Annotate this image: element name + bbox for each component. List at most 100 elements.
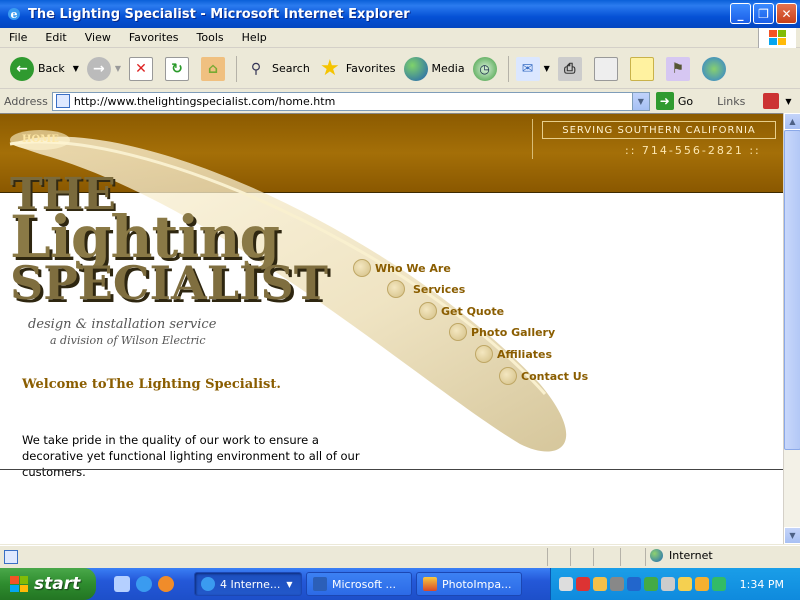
chevron-down-icon[interactable]: ▼: [115, 64, 121, 73]
chevron-down-icon[interactable]: ▼: [785, 97, 791, 106]
nav-label: Get Quote: [441, 304, 505, 318]
show-desktop-icon[interactable]: [114, 576, 130, 592]
note-icon: [629, 56, 654, 81]
back-button[interactable]: ← Back ▼: [6, 52, 83, 86]
word-icon: [313, 577, 327, 591]
nav-services[interactable]: Services: [387, 280, 465, 298]
task-internet-explorer[interactable]: 4 Interne... ▼: [194, 572, 302, 596]
refresh-button[interactable]: ↻: [161, 52, 197, 86]
scroll-up-icon[interactable]: ▲: [784, 113, 800, 130]
window-title: The Lighting Specialist - Microsoft Inte…: [28, 6, 410, 22]
history-button[interactable]: ◷: [469, 52, 505, 86]
ie-icon: [201, 577, 215, 591]
links-button[interactable]: Links: [717, 95, 745, 108]
logo-tagline: design & installation service: [28, 317, 217, 332]
tray-icon[interactable]: [576, 577, 590, 591]
menu-help[interactable]: Help: [233, 31, 276, 44]
tray-icon[interactable]: [661, 577, 675, 591]
nav-contact-us[interactable]: Contact Us: [499, 367, 588, 385]
home-link[interactable]: HOME: [22, 134, 59, 145]
tray-icon[interactable]: [695, 577, 709, 591]
edit-button[interactable]: [590, 52, 626, 86]
photoimpact-icon: [423, 577, 437, 591]
history-icon: ◷: [472, 56, 497, 81]
scroll-thumb[interactable]: [784, 130, 800, 450]
tray-icon[interactable]: [712, 577, 726, 591]
tray-icon[interactable]: [610, 577, 624, 591]
ie-icon[interactable]: [136, 576, 152, 592]
nav-bullet-icon: [353, 259, 371, 277]
menu-favorites[interactable]: Favorites: [120, 31, 188, 44]
task-label: 4 Interne...: [220, 577, 281, 591]
favorites-label: Favorites: [345, 62, 396, 75]
taskbar: start 4 Interne... ▼ Microsoft ... Photo…: [0, 568, 800, 600]
menu-view[interactable]: View: [76, 31, 120, 44]
task-photoimpact[interactable]: PhotoImpa...: [416, 572, 522, 596]
windows-logo-icon: [758, 28, 796, 48]
scroll-down-icon[interactable]: ▼: [784, 527, 800, 544]
page-status-icon: [4, 549, 18, 564]
nav-get-quote[interactable]: Get Quote: [419, 302, 504, 320]
logo-specialist: SPECIALIST: [10, 256, 329, 310]
media-player-icon[interactable]: [158, 576, 174, 592]
menu-edit[interactable]: Edit: [36, 31, 75, 44]
stop-button[interactable]: ✕: [125, 52, 161, 86]
menu-file[interactable]: File: [0, 31, 36, 44]
go-button[interactable]: ➜ Go: [655, 92, 693, 110]
search-icon: ⚲: [250, 60, 262, 77]
status-divider: [547, 548, 548, 566]
close-button[interactable]: ✕: [776, 3, 797, 24]
task-label: Microsoft ...: [332, 577, 397, 591]
nav-who-we-are[interactable]: Who We Are: [353, 259, 451, 277]
toolbar-separator: [236, 55, 238, 82]
toolbar-separator: [507, 55, 509, 82]
mail-button[interactable]: ✉ ▼: [512, 52, 554, 86]
address-input[interactable]: http://www.thelightingspecialist.com/hom…: [51, 91, 650, 111]
forward-button[interactable]: → ▼: [83, 52, 125, 86]
media-button[interactable]: Media: [400, 52, 469, 86]
chevron-down-icon[interactable]: ▼: [544, 64, 550, 73]
logo-lighting: Lighting: [10, 203, 280, 271]
messenger-button[interactable]: [698, 52, 734, 86]
nav-affiliates[interactable]: Affiliates: [475, 345, 552, 363]
tray-icon[interactable]: [678, 577, 692, 591]
chevron-down-icon[interactable]: ▼: [73, 64, 79, 73]
intro-paragraph: We take pride in the quality of our work…: [22, 432, 422, 480]
home-button[interactable]: ⌂: [197, 52, 233, 86]
content-divider: [0, 469, 783, 470]
print-button[interactable]: ⎙: [554, 52, 590, 86]
system-tray: 1:34 PM: [550, 568, 800, 600]
start-button[interactable]: start: [0, 568, 96, 600]
nav-photo-gallery[interactable]: Photo Gallery: [449, 323, 555, 341]
search-button[interactable]: ⚲ Search: [240, 52, 314, 86]
tray-icon[interactable]: [559, 577, 573, 591]
research-button[interactable]: ⚑: [662, 52, 698, 86]
welcome-heading: Welcome toThe Lighting Specialist.: [22, 377, 281, 392]
chevron-down-icon[interactable]: ▼: [631, 92, 649, 110]
maximize-button[interactable]: ❐: [753, 3, 774, 24]
menu-tools[interactable]: Tools: [188, 31, 233, 44]
site-logo[interactable]: THE Lighting SPECIALIST: [10, 169, 328, 306]
edit-page-icon: [593, 56, 618, 81]
address-label: Address: [4, 94, 48, 108]
tray-icon[interactable]: [627, 577, 641, 591]
status-divider: [593, 548, 594, 566]
mail-icon: ✉: [515, 56, 540, 81]
go-arrow-icon: ➜: [655, 92, 674, 110]
search-label: Search: [272, 62, 310, 75]
acrobat-icon[interactable]: [763, 93, 780, 109]
research-icon: ⚑: [665, 56, 690, 81]
tray-icon[interactable]: [593, 577, 607, 591]
internet-globe-icon: [650, 549, 663, 562]
clock[interactable]: 1:34 PM: [740, 578, 784, 591]
tray-icon[interactable]: [644, 577, 658, 591]
window-title-bar[interactable]: e The Lighting Specialist - Microsoft In…: [0, 0, 800, 28]
task-microsoft[interactable]: Microsoft ...: [306, 572, 412, 596]
svg-text:e: e: [11, 8, 18, 21]
vertical-scrollbar[interactable]: ▲ ▼: [783, 113, 800, 544]
address-url[interactable]: http://www.thelightingspecialist.com/hom…: [74, 95, 335, 108]
minimize-button[interactable]: _: [730, 3, 751, 24]
ie-icon: e: [8, 8, 20, 21]
favorites-button[interactable]: ★ Favorites: [314, 52, 400, 86]
discuss-button[interactable]: [626, 52, 662, 86]
